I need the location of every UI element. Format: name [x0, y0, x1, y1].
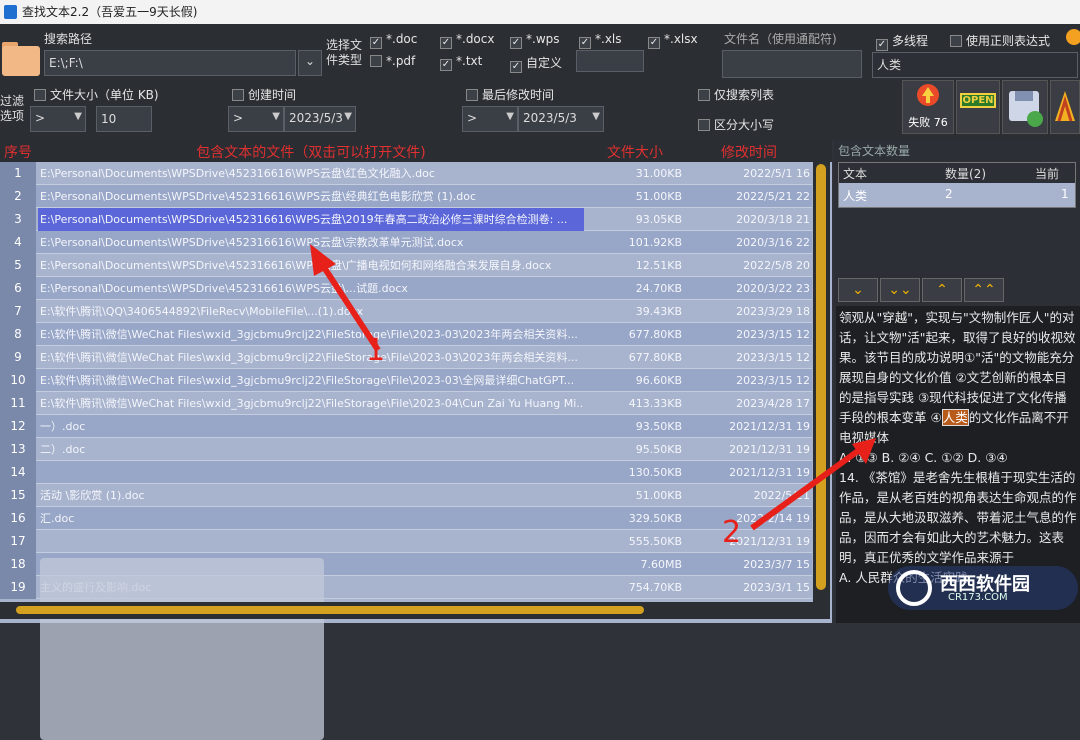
watermark-logo: 西西软件园 CR173.COM: [888, 566, 1078, 610]
watermark-icon: [896, 570, 932, 606]
annotation-label-1: 1: [366, 333, 385, 368]
annotation-arrows: 1 2: [310, 244, 876, 550]
annotation-label-2: 2: [722, 515, 741, 550]
watermark-url: CR173.COM: [948, 592, 1008, 603]
